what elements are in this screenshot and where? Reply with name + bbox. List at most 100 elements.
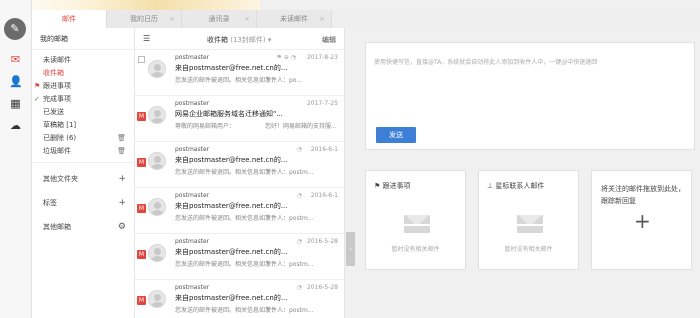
compose-placeholder: 使用快捷写信，直接@TA，系统就会自动将此人添加到收件人中，一键@中快速速回 [374, 59, 598, 66]
empty-text: 暂时没有相关邮件 [391, 246, 440, 253]
starred-contacts-card[interactable]: ⊥ 星标联系人邮件 暂时没有相关邮件 [478, 170, 579, 270]
date: 2016-6-1 [310, 146, 338, 153]
list-item[interactable]: M postmaster 2017-7-25 网易企业邮箱服务域名迁移通知"..… [135, 96, 344, 142]
date: 2016-5-28 [306, 238, 338, 245]
row-action-icons[interactable]: ⚑ ⊕ ◔ [277, 54, 296, 61]
tab-label: 未读邮件 [280, 15, 308, 23]
row-action-icons[interactable]: ◔ [297, 238, 302, 245]
avatar [148, 244, 166, 262]
subject: 来自postmaster@free.net.cn的... [175, 156, 288, 164]
close-icon[interactable]: × [244, 10, 250, 28]
sender: postmaster [175, 192, 210, 199]
folder-label: 已删除 (6) [43, 134, 77, 142]
check-icon: ✓ [34, 95, 40, 103]
cloud-icon[interactable]: ☁ [9, 120, 22, 131]
preview: 尊敬的网易邮箱用户： [175, 123, 236, 130]
row-action-icons[interactable]: ◔ [297, 284, 302, 291]
reading-pane: 使用快捷写信，直接@TA，系统就会自动将此人添加到收件人中，一键@中快速速回 发… [355, 28, 700, 318]
list-item[interactable]: M postmaster ◔ 2016-5-28 来自postmaster@fr… [135, 280, 344, 318]
trash-icon[interactable]: 🗑 [117, 145, 126, 158]
date: 2016-5-28 [306, 284, 338, 291]
divider [32, 162, 134, 163]
list-item[interactable]: postmaster ⚑ ⊕ ◔ 2017-8-23 来自postmaster@… [135, 50, 344, 96]
card-title: ⚑ 跟进事项 [374, 182, 411, 190]
folder-drafts[interactable]: 草稿箱 [1] [32, 119, 134, 132]
avatar [148, 106, 166, 124]
section-tags[interactable]: 标签 + [32, 191, 134, 215]
follow-up-card[interactable]: ⚑ 跟进事项 暂时没有相关邮件 [365, 170, 466, 270]
folder-label: 跟进事项 [43, 82, 71, 90]
folder-label: 收件箱 [43, 69, 64, 77]
tab-calendar[interactable]: 我的日历 × [107, 10, 182, 28]
folder-inbox[interactable]: 收件箱 [32, 67, 134, 80]
folder-unread[interactable]: 未读邮件 [32, 54, 134, 67]
add-icon[interactable]: + [118, 167, 126, 191]
row-checkbox[interactable] [138, 56, 145, 63]
date: 2017-8-23 [306, 54, 338, 61]
list-item[interactable]: M postmaster ◔ 2016-6-1 来自postmaster@fre… [135, 188, 344, 234]
list-title[interactable]: 收件箱 (13封邮件) ▾ [207, 35, 271, 45]
row-action-icons[interactable]: ◔ [297, 146, 302, 153]
menu-icon[interactable]: ☰ [143, 34, 150, 43]
date: 2016-6-1 [310, 192, 338, 199]
tab-unread[interactable]: 未读邮件 × [257, 10, 332, 28]
subject: 来自postmaster@free.net.cn的... [175, 248, 288, 256]
tab-mail[interactable]: 邮件 [32, 10, 107, 28]
quick-compose[interactable]: 使用快捷写信，直接@TA，系统就会自动将此人添加到收件人中，一键@中快速速回 发… [365, 42, 695, 150]
preview-sender: 发件人：postm... [265, 307, 314, 314]
trash-icon[interactable]: 🗑 [117, 132, 126, 145]
sender: postmaster [175, 54, 210, 61]
preview-sender: 发件人：postm... [265, 169, 314, 176]
collapse-handle[interactable]: › [346, 232, 355, 266]
gear-icon[interactable]: ⚙ [118, 215, 126, 239]
mail-icon[interactable]: ✉ [9, 54, 22, 65]
preview: 您发送的邮件被退回。相关信息如下： [175, 77, 278, 84]
edit-button[interactable]: 编辑 [322, 35, 336, 45]
top-banner [0, 0, 260, 10]
folder-sent[interactable]: 已发送 [32, 106, 134, 119]
section-other-mailboxes[interactable]: 其他邮箱 ⚙ [32, 215, 134, 239]
tab-contacts[interactable]: 通讯录 × [182, 10, 257, 28]
close-icon[interactable]: × [169, 10, 175, 28]
message-list: ☰ 收件箱 (13封邮件) ▾ 编辑 postmaster ⚑ ⊕ ◔ 2017… [135, 28, 345, 318]
preview: 您发送的邮件被退回。相关信息如下： [175, 261, 278, 268]
sender: postmaster [175, 146, 210, 153]
close-icon[interactable]: × [319, 10, 325, 28]
send-button[interactable]: 发送 [376, 127, 416, 143]
preview: 您发送的邮件被退回。相关信息如下： [175, 169, 278, 176]
folder-label: 未读邮件 [43, 56, 71, 64]
add-icon[interactable]: + [634, 209, 651, 233]
folder-label: 草稿箱 [1] [43, 121, 77, 129]
add-icon[interactable]: + [118, 191, 126, 215]
sender: postmaster [175, 100, 210, 107]
mail-tag-icon: M [137, 250, 146, 259]
avatar [148, 198, 166, 216]
mail-tag-icon: M [137, 158, 146, 167]
list-header: ☰ 收件箱 (13封邮件) ▾ 编辑 [135, 28, 344, 50]
flag-icon: ⚑ [34, 82, 41, 90]
folder-deleted[interactable]: 已删除 (6) 🗑 [32, 132, 134, 145]
compose-pen-icon[interactable]: ✎ [4, 18, 26, 40]
folder-title: 收件箱 [207, 36, 228, 44]
subject: 来自postmaster@free.net.cn的... [175, 202, 288, 210]
folder-follow-up[interactable]: ⚑ 跟进事项 [32, 80, 134, 93]
preview-sender: 发件人：postm... [265, 261, 314, 268]
mail-tag-icon: M [137, 204, 146, 213]
contacts-icon[interactable]: 👤 [9, 76, 23, 87]
tab-bar: 邮件 我的日历 × 通讯录 × 未读邮件 × [32, 10, 332, 28]
track-replies-card[interactable]: 将关注的邮件拖放到此处，跟踪新回复 + [591, 170, 692, 270]
section-other-folders[interactable]: 其他文件夹 + [32, 167, 134, 191]
folder-done[interactable]: ✓ 完成事项 [32, 93, 134, 106]
folder-spam[interactable]: 垃圾邮件 🗑 [32, 145, 134, 158]
calendar-icon[interactable]: ▦ [9, 98, 22, 109]
empty-text: 暂时没有相关邮件 [504, 246, 553, 253]
avatar [148, 290, 166, 308]
list-item[interactable]: M postmaster ◔ 2016-5-28 来自postmaster@fr… [135, 234, 344, 280]
date: 2017-7-25 [306, 100, 338, 107]
list-item[interactable]: M postmaster ◔ 2016-6-1 来自postmaster@fre… [135, 142, 344, 188]
subject: 网易企业邮箱服务域名迁移通知"... [175, 110, 283, 118]
section-label: 标签 [43, 199, 57, 207]
mail-app: { "tabs": [ {"label": "邮件", "close": ""}… [0, 0, 700, 318]
subject: 来自postmaster@free.net.cn的... [175, 294, 288, 302]
row-action-icons[interactable]: ◔ [297, 192, 302, 199]
